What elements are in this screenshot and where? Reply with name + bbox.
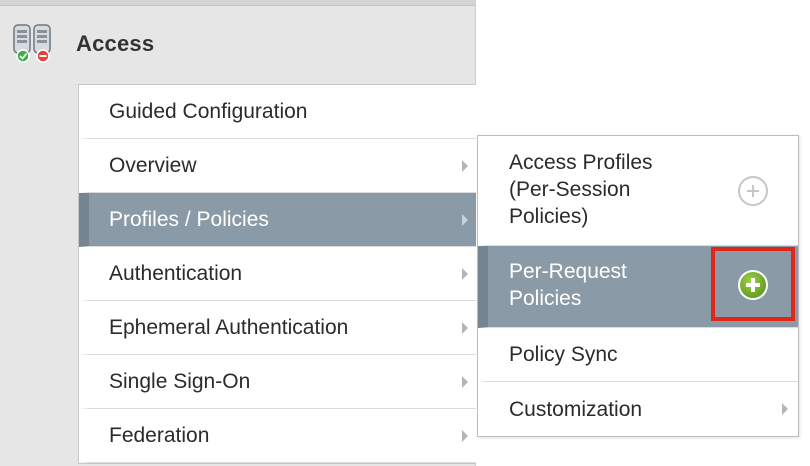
submenu-item-label-line: Access Profiles (509, 151, 653, 174)
submenu-item-per-request-policies[interactable]: Per-Request Policies (478, 246, 798, 328)
menu-item-authentication[interactable]: Authentication (79, 247, 476, 301)
create-per-request-policy-plus-icon[interactable] (738, 270, 768, 300)
menu-item-profiles-policies[interactable]: Profiles / Policies (79, 193, 476, 247)
menu-item-label: Single Sign-On (109, 369, 251, 393)
access-section-header[interactable]: Access (12, 24, 154, 64)
submenu-item-label-line: Policies) (509, 205, 589, 228)
menu-item-label: Guided Configuration (109, 99, 308, 123)
submenu-item-label-line: Policies (509, 287, 582, 310)
menu-item-label: Ephemeral Authentication (109, 315, 349, 339)
highlighted-create-button[interactable] (711, 247, 795, 321)
submenu-item-customization[interactable]: Customization (478, 382, 798, 436)
submenu-item-label: Policy Sync (509, 343, 618, 366)
top-divider (0, 0, 476, 6)
menu-item-overview[interactable]: Overview (79, 139, 476, 193)
submenu-arrow-icon (462, 213, 468, 226)
access-menu: Guided Configuration Overview Profiles /… (78, 84, 476, 464)
menu-item-label: Federation (109, 423, 210, 447)
navigation-panel: Access Guided Configuration Overview Pro… (0, 0, 476, 466)
menu-item-label: Profiles / Policies (109, 207, 269, 231)
submenu-item-label: Customization (509, 397, 643, 421)
submenu-arrow-icon (462, 375, 468, 388)
submenu-arrow-icon (462, 267, 468, 280)
menu-item-guided-configuration[interactable]: Guided Configuration (79, 85, 476, 139)
submenu-arrow-icon (462, 429, 468, 442)
submenu-item-label-line: (Per-Session (509, 178, 631, 201)
submenu-item-policy-sync[interactable]: Policy Sync (478, 328, 798, 382)
menu-item-ephemeral-authentication[interactable]: Ephemeral Authentication (79, 301, 476, 355)
section-title: Access (76, 31, 155, 56)
menu-item-single-sign-on[interactable]: Single Sign-On (79, 355, 476, 409)
menu-item-label: Authentication (109, 261, 243, 285)
menu-item-federation[interactable]: Federation (79, 409, 476, 463)
create-access-profile-plus-icon[interactable] (738, 176, 768, 206)
submenu-arrow-icon (782, 403, 788, 415)
submenu-item-label-line: Per-Request (509, 260, 627, 283)
submenu-item-access-profiles[interactable]: Access Profiles (Per-Session Policies) (478, 136, 798, 246)
menu-item-label: Overview (109, 153, 197, 177)
access-servers-icon (13, 24, 51, 63)
submenu-arrow-icon (462, 321, 468, 334)
submenu-arrow-icon (462, 159, 468, 172)
profiles-policies-submenu: Access Profiles (Per-Session Policies) P… (477, 135, 799, 437)
